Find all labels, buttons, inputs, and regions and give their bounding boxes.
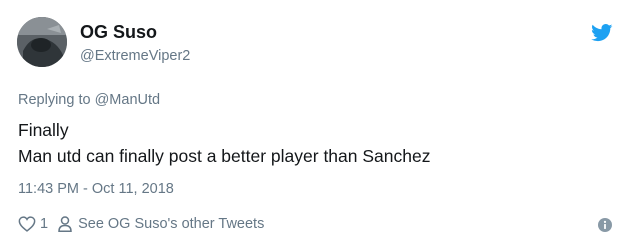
heart-icon [18,216,36,232]
like-count: 1 [40,216,49,232]
like-button[interactable]: 1 [18,216,48,232]
reply-prefix: Replying to [18,92,91,108]
user-handle[interactable]: @ExtremeViper2 [80,47,190,65]
see-other-tweets-label: See OG Suso's other Tweets [78,216,265,232]
reply-mention-link[interactable]: @ManUtd [95,92,161,108]
info-icon[interactable] [598,218,612,232]
display-name[interactable]: OG Suso [80,22,157,42]
action-bar: 1 See OG Suso's other Tweets [18,213,264,235]
tweet-text-line: Man utd can finally post a better player… [18,146,431,166]
avatar[interactable] [17,17,67,67]
person-icon [58,216,72,232]
reply-context: Replying to @ManUtd [18,90,160,110]
avatar-image [17,17,67,67]
tweet-timestamp[interactable]: 11:43 PM - Oct 11, 2018 [18,179,174,199]
tweet-text: Finally Man utd can finally post a bette… [18,117,430,169]
tweet-text-line: Finally [18,120,69,140]
see-other-tweets-link[interactable]: See OG Suso's other Tweets [58,216,264,232]
tweet-card: OG Suso @ExtremeViper2 Replying to @ManU… [0,0,630,247]
twitter-bird-icon[interactable] [591,24,613,42]
